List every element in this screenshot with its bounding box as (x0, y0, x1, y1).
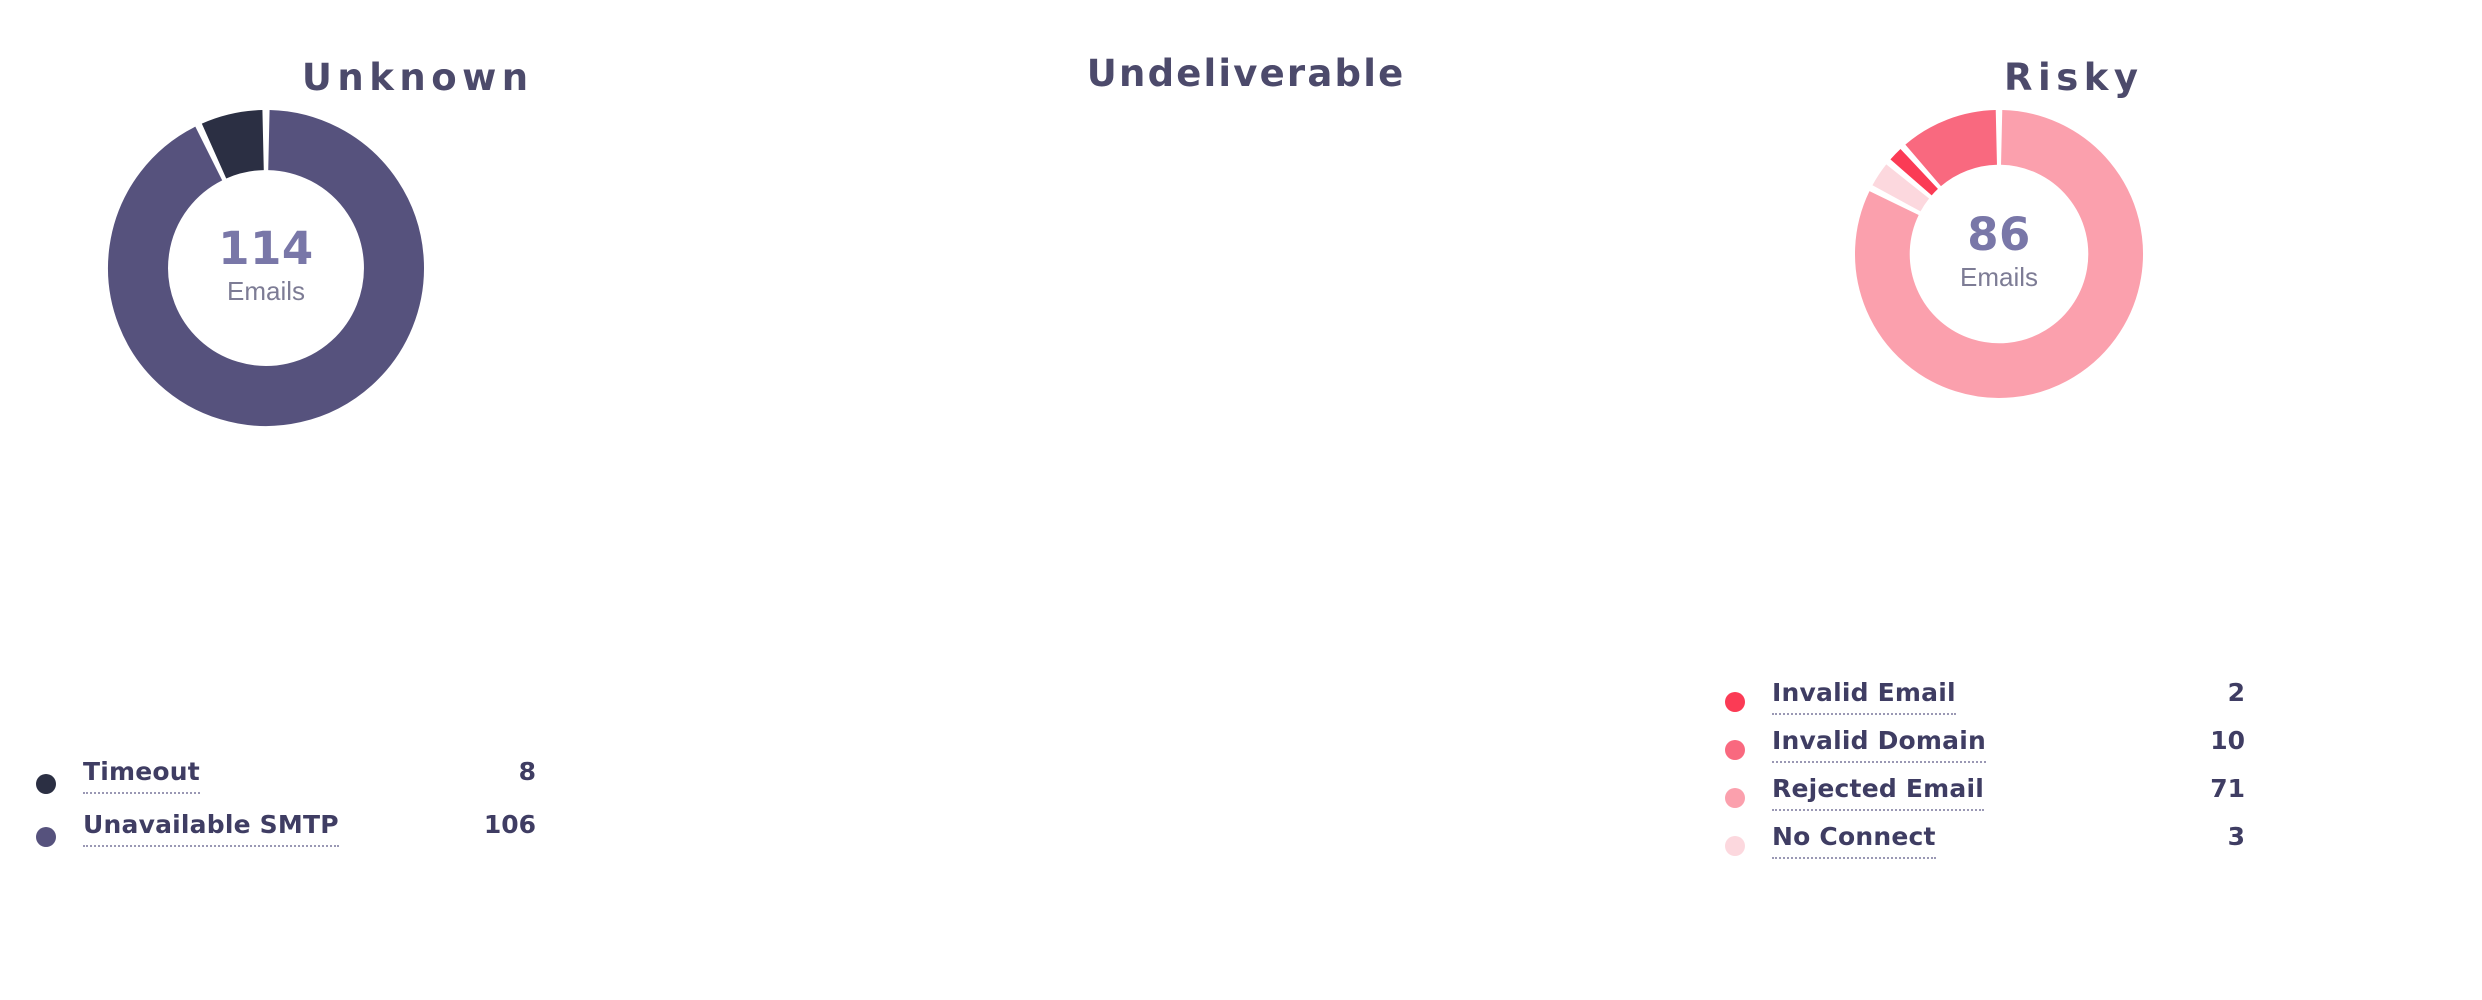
legend-item-value: 8 (518, 757, 536, 786)
legend-item-value: 106 (483, 810, 536, 839)
donut-slice[interactable] (201, 110, 265, 179)
chart-panel-unknown: Unknown 114 Emails Timeout 8 Unavailable… (0, 0, 830, 1000)
legend-unknown: Timeout 8 Unavailable SMTP 106 (36, 757, 536, 863)
legend-swatch-icon (36, 826, 56, 847)
page-title-undeliverable: Undeliverable (1086, 52, 1406, 95)
list-item[interactable]: Unavailable SMTP 106 (36, 810, 536, 863)
chart-panel-undeliverable: Undeliverable 86 Emails Invalid Email 2 … (830, 0, 2245, 1000)
page-title-risky: Risky (2004, 56, 2144, 99)
legend-item-label[interactable]: Timeout (83, 757, 200, 794)
legend-swatch-icon (36, 773, 56, 794)
chart-panel-risky: Risky 166 Emails Disposable 5 Accept All… (1660, 0, 2482, 1000)
donut-slice[interactable] (108, 110, 424, 426)
email-verification-breakdown: Unknown 114 Emails Timeout 8 Unavailable… (0, 0, 2482, 1000)
page-title-unknown: Unknown (301, 56, 534, 99)
legend-item-label[interactable]: Unavailable SMTP (83, 810, 339, 847)
donut-svg-unknown (108, 110, 424, 426)
list-item[interactable]: Timeout 8 (36, 757, 536, 810)
donut-chart-unknown: 114 Emails (108, 110, 424, 426)
